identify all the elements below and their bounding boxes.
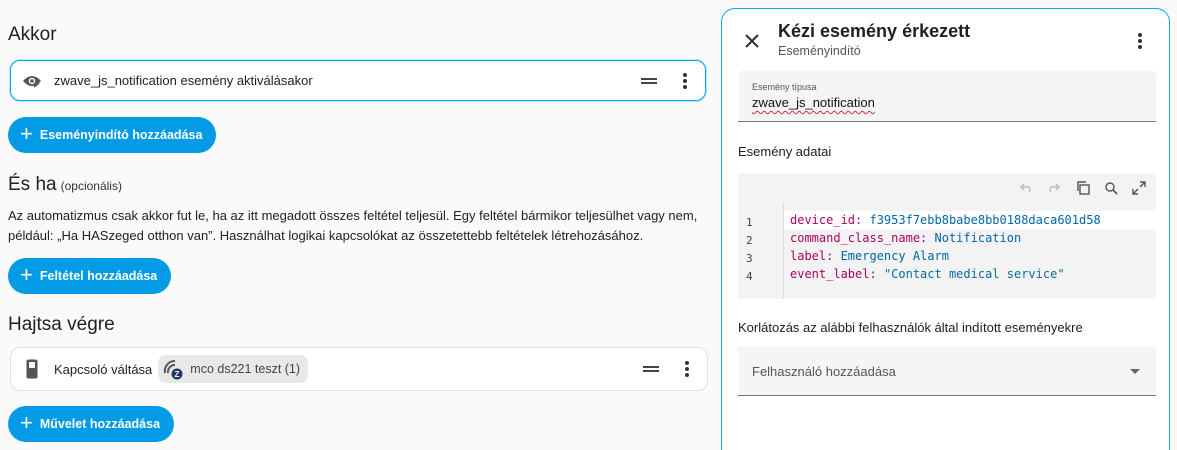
plus-icon: + [20, 410, 33, 435]
condition-heading: És ha (opcionális) [8, 174, 122, 196]
undo-icon[interactable] [1020, 181, 1034, 195]
more-vert-icon[interactable] [685, 361, 689, 377]
close-icon[interactable] [742, 31, 762, 51]
event-type-label: Esemény típusa [752, 82, 817, 92]
yaml-value: "Contact medical service" [883, 267, 1065, 281]
zwave-icon: Z [162, 358, 184, 380]
add-user-placeholder: Felhasználó hozzáadása [752, 364, 896, 379]
line-number: 4 [746, 270, 753, 283]
yaml-value: Emergency Alarm [840, 249, 949, 263]
add-condition-label: Feltétel hozzáadása [39, 269, 158, 283]
plus-icon: + [20, 262, 33, 287]
plus-icon: + [20, 121, 33, 146]
automation-editor: Akkor zwave_js_notification esemény akti… [0, 0, 720, 450]
switch-icon [22, 359, 42, 379]
code-line[interactable]: label: Emergency Alarm [784, 247, 1156, 265]
yaml-value: f3953f7ebb8babe8bb0188daca601d58 [869, 213, 1101, 227]
copy-icon[interactable] [1076, 181, 1090, 195]
line-number: 2 [746, 234, 753, 247]
redo-icon[interactable] [1046, 181, 1060, 195]
condition-title: És ha [8, 174, 57, 195]
device-chip-label: mco ds221 teszt (1) [190, 362, 301, 376]
trigger-heading: Akkor [8, 24, 57, 45]
more-vert-icon[interactable] [1138, 33, 1142, 49]
chevron-down-icon [1130, 369, 1140, 374]
trigger-label: zwave_js_notification esemény aktiválása… [54, 73, 313, 88]
code-content[interactable]: device_id: f3953f7ebb8babe8bb0188daca601… [784, 211, 1156, 283]
action-label: Kapcsoló váltása [54, 361, 153, 377]
restrict-users-heading: Korlátozás az alábbi felhasználók által … [738, 320, 1083, 335]
yaml-key: device_id [790, 213, 856, 227]
add-condition-button[interactable]: + Feltétel hozzáadása [8, 258, 172, 294]
eye-off-icon [22, 71, 42, 91]
code-line[interactable]: command_class_name: Notification [784, 229, 1156, 247]
yaml-key: command_class_name [790, 231, 921, 245]
line-number: 1 [746, 216, 753, 229]
line-number: 3 [746, 252, 753, 265]
drag-handle-icon[interactable] [643, 366, 659, 372]
add-trigger-button[interactable]: + Eseményindító hozzáadása [8, 117, 217, 153]
yaml-editor[interactable]: 1 2 3 4 device_id: f3953f7ebb8babe8bb018… [738, 173, 1156, 299]
line-gutter [738, 203, 784, 299]
add-trigger-label: Eseményindító hozzáadása [39, 128, 203, 142]
action-heading: Hajtsa végre [8, 314, 115, 335]
yaml-value: Notification [934, 231, 1022, 245]
add-user-select[interactable]: Felhasználó hozzáadása [738, 346, 1156, 396]
more-vert-icon[interactable] [683, 72, 687, 89]
event-type-field[interactable]: Esemény típusa zwave_js_notification [738, 71, 1156, 122]
event-type-value[interactable]: zwave_js_notification [752, 95, 875, 110]
svg-text:Z: Z [175, 370, 180, 379]
drag-handle-icon[interactable] [641, 77, 657, 84]
yaml-key: event_label [790, 267, 870, 281]
fullscreen-icon[interactable] [1132, 181, 1146, 195]
trigger-card[interactable]: zwave_js_notification esemény aktiválása… [10, 60, 706, 101]
code-line[interactable]: device_id: f3953f7ebb8babe8bb0188daca601… [784, 211, 1156, 229]
code-line[interactable]: event_label: "Contact medical service" [784, 265, 1156, 283]
yaml-key: label [790, 249, 827, 263]
panel-subtitle: Eseményindító [778, 44, 861, 58]
device-chip[interactable]: Z mco ds221 teszt (1) [158, 355, 309, 383]
add-action-label: Művelet hozzáadása [39, 417, 161, 431]
condition-optional: (opcionális) [60, 179, 122, 193]
add-action-button[interactable]: + Művelet hozzáadása [8, 406, 175, 442]
search-replace-icon[interactable] [1104, 181, 1118, 195]
trigger-detail-panel: Kézi esemény érkezett Eseményindító Esem… [721, 8, 1170, 450]
action-card[interactable]: Kapcsoló váltása Z mco ds221 teszt (1) [10, 347, 708, 391]
event-data-heading: Esemény adatai [738, 144, 832, 159]
panel-title: Kézi esemény érkezett [778, 21, 971, 41]
condition-description: Az automatizmus csak akkor fut le, ha az… [8, 208, 698, 243]
